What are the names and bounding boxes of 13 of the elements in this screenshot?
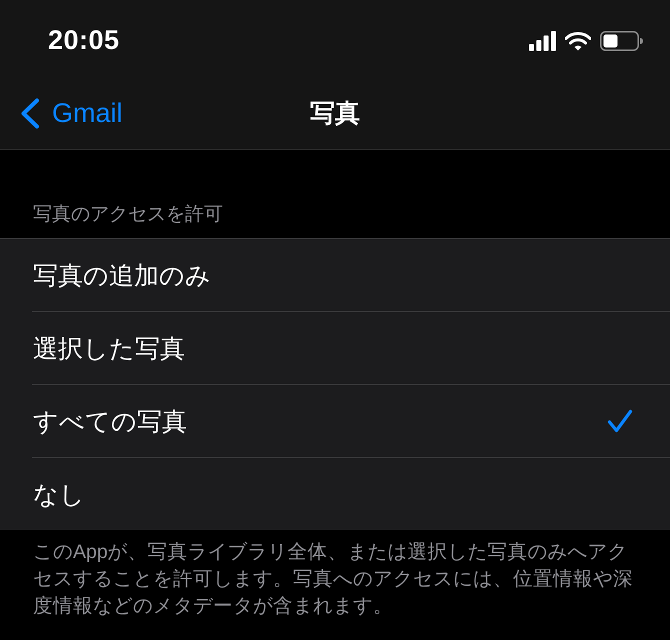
section-header: 写真のアクセスを許可 [32,203,224,227]
back-button[interactable]: Gmail [20,98,123,129]
wifi-icon [565,32,591,50]
battery-icon [600,31,643,51]
signal-icon [529,31,556,51]
option-row[interactable]: 選択した写真 [32,311,670,384]
status-time: 20:05 [48,24,120,56]
option-row[interactable]: 写真の追加のみ [32,239,670,311]
section-footer: このAppが、写真ライブラリ全体、または選択した写真のみへアクセスすることを許可します。写真へのアクセスには、位置情報や深度情報などのメタデータが含まれます。 [0,530,670,620]
option-row[interactable]: すべての写真 [32,384,670,457]
option-row[interactable]: なし [32,457,670,530]
nav-title: 写真 [310,98,360,129]
chevron-icon [20,98,40,129]
